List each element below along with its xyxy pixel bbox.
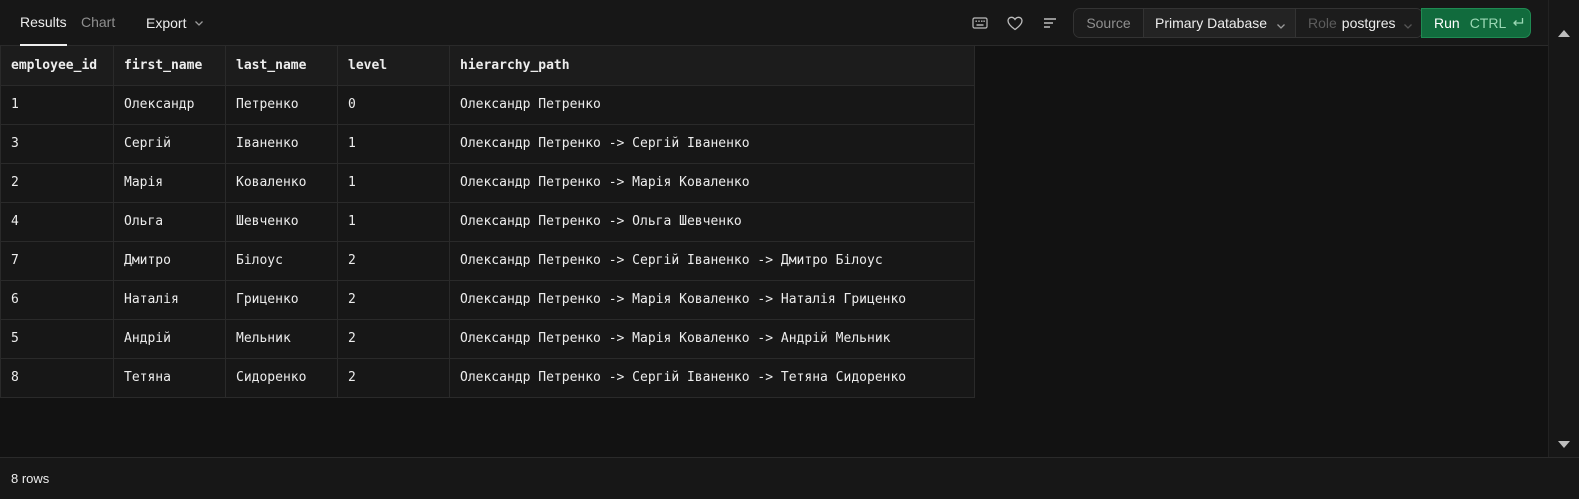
table-cell[interactable]: 2	[337, 280, 450, 320]
column-header[interactable]: employee_id	[0, 46, 114, 86]
table-cell[interactable]: 0	[337, 85, 450, 125]
run-shortcut: CTRL	[1470, 15, 1525, 31]
column-header[interactable]: last_name	[225, 46, 338, 86]
table-cell[interactable]: Гриценко	[225, 280, 338, 320]
table-cell[interactable]: Ольга	[113, 202, 226, 242]
database-value: Primary Database	[1155, 15, 1268, 31]
table-row[interactable]: 1 Олександр Петренко 0 Олександр Петренко	[0, 85, 975, 125]
tab-chart[interactable]: Chart	[81, 0, 115, 46]
results-table: employee_id first_name last_name level hiera…	[0, 46, 975, 398]
table-cell[interactable]: 1	[0, 85, 114, 125]
table-cell[interactable]: 6	[0, 280, 114, 320]
table-row[interactable]: 4 Ольга Шевченко 1 Олександр Петренко -> Оль…	[0, 202, 975, 242]
table-cell[interactable]: 1	[337, 124, 450, 164]
table-cell[interactable]: 2	[337, 319, 450, 359]
role-value: postgres	[1341, 15, 1396, 31]
run-button[interactable]: Run CTRL	[1421, 8, 1531, 38]
chevron-down-icon	[194, 15, 204, 31]
table-cell[interactable]: Тетяна	[113, 358, 226, 398]
table-cell[interactable]: Марія	[113, 163, 226, 203]
table-row[interactable]: 2 Марія Коваленко 1 Олександр Петренко -> Ма…	[0, 163, 975, 203]
connection-selector: Source Primary Database Role postgres	[1073, 8, 1423, 38]
table-cell[interactable]: 4	[0, 202, 114, 242]
table-cell[interactable]: Наталія	[113, 280, 226, 320]
run-label: Run	[1434, 15, 1460, 31]
table-cell[interactable]: 2	[0, 163, 114, 203]
heart-icon[interactable]	[1003, 11, 1027, 35]
table-cell[interactable]: Олександр Петренко -> Марія Коваленко ->…	[449, 319, 975, 359]
table-cell[interactable]: Коваленко	[225, 163, 338, 203]
keyboard-icon[interactable]	[968, 11, 992, 35]
table-row[interactable]: 5 Андрій Мельник 2 Олександр Петренко -> Мар…	[0, 319, 975, 359]
table-cell[interactable]: Олександр Петренко -> Сергій Іваненко	[449, 124, 975, 164]
column-header[interactable]: hierarchy_path	[449, 46, 975, 86]
table-cell[interactable]: Сергій	[113, 124, 226, 164]
column-header[interactable]: first_name	[113, 46, 226, 86]
table-cell[interactable]: Іваненко	[225, 124, 338, 164]
table-cell[interactable]: Олександр	[113, 85, 226, 125]
table-body: 1 Олександр Петренко 0 Олександр Петренко 3 Се…	[0, 85, 975, 398]
table-row[interactable]: 8 Тетяна Сидоренко 2 Олександр Петренко -> С…	[0, 358, 975, 398]
table-cell[interactable]: 5	[0, 319, 114, 359]
table-header-row: employee_id first_name last_name level hiera…	[0, 46, 975, 86]
row-count: 8 rows	[11, 471, 50, 486]
chevron-down-icon	[1403, 18, 1413, 34]
database-select[interactable]: Primary Database	[1144, 9, 1296, 37]
table-cell[interactable]: 7	[0, 241, 114, 281]
scroll-up-arrow-icon[interactable]	[1558, 30, 1570, 37]
run-shortcut-label: CTRL	[1469, 15, 1507, 31]
column-header[interactable]: level	[337, 46, 450, 86]
table-cell[interactable]: Мельник	[225, 319, 338, 359]
results-toolbar: Results Chart Export Source Primary Data…	[0, 0, 1548, 46]
results-panel: Results Chart Export Source Primary Data…	[0, 0, 1579, 499]
table-cell[interactable]: 2	[337, 241, 450, 281]
chevron-down-icon	[1276, 18, 1286, 34]
table-cell[interactable]: Шевченко	[225, 202, 338, 242]
table-cell[interactable]: 3	[0, 124, 114, 164]
table-cell[interactable]: Петренко	[225, 85, 338, 125]
table-cell[interactable]: Олександр Петренко -> Сергій Іваненко ->…	[449, 358, 975, 398]
table-cell[interactable]: Білоус	[225, 241, 338, 281]
table-cell[interactable]: Олександр Петренко -> Марія Коваленко	[449, 163, 975, 203]
table-cell[interactable]: Олександр Петренко -> Марія Коваленко ->…	[449, 280, 975, 320]
export-button[interactable]: Export	[146, 0, 204, 46]
table-cell[interactable]: 8	[0, 358, 114, 398]
enter-key-icon	[1512, 15, 1524, 31]
table-cell[interactable]: 1	[337, 163, 450, 203]
table-row[interactable]: 7 Дмитро Білоус 2 Олександр Петренко -> Серг…	[0, 241, 975, 281]
export-label: Export	[146, 15, 187, 31]
results-footer: 8 rows	[0, 457, 1579, 499]
align-left-icon[interactable]	[1038, 11, 1062, 35]
source-label: Source	[1074, 9, 1144, 37]
table-cell[interactable]: Олександр Петренко	[449, 85, 975, 125]
table-cell[interactable]: Дмитро	[113, 241, 226, 281]
table-cell[interactable]: 1	[337, 202, 450, 242]
results-grid: employee_id first_name last_name level hiera…	[0, 46, 1548, 457]
table-row[interactable]: 3 Сергій Іваненко 1 Олександр Петренко -> Се…	[0, 124, 975, 164]
table-cell[interactable]: Андрій	[113, 319, 226, 359]
role-select[interactable]: Role postgres	[1296, 9, 1422, 37]
table-cell[interactable]: Олександр Петренко -> Ольга Шевченко	[449, 202, 975, 242]
role-label: Role	[1308, 15, 1337, 31]
scroll-down-arrow-icon[interactable]	[1558, 441, 1570, 448]
table-cell[interactable]: Олександр Петренко -> Сергій Іваненко ->…	[449, 241, 975, 281]
table-cell[interactable]: Сидоренко	[225, 358, 338, 398]
table-row[interactable]: 6 Наталія Гриценко 2 Олександр Петренко -> М…	[0, 280, 975, 320]
tab-results[interactable]: Results	[20, 0, 67, 46]
table-cell[interactable]: 2	[337, 358, 450, 398]
vertical-scrollbar[interactable]	[1548, 0, 1579, 457]
